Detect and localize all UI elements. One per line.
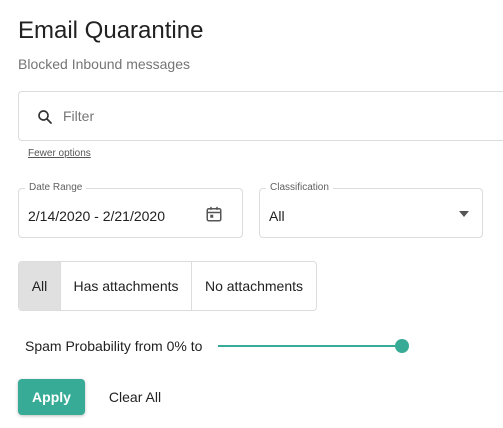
email-quarantine-page: Email Quarantine Blocked Inbound message…: [0, 0, 503, 428]
slider-track[interactable]: [218, 345, 402, 347]
page-title: Email Quarantine: [18, 17, 204, 44]
clear-all-button[interactable]: Clear All: [100, 379, 170, 415]
date-range-label: Date Range: [25, 182, 87, 193]
chevron-down-icon: [459, 211, 469, 217]
attachments-filter: All Has attachments No attachments: [18, 261, 317, 311]
fewer-options-link[interactable]: Fewer options: [28, 148, 91, 159]
attachments-option-all[interactable]: All: [19, 262, 60, 310]
attachments-option-has[interactable]: Has attachments: [60, 262, 191, 310]
slider-thumb[interactable]: [395, 339, 409, 353]
spam-probability-slider[interactable]: [218, 338, 409, 354]
search-icon: [38, 110, 52, 124]
page-subtitle: Blocked Inbound messages: [18, 56, 190, 72]
filter-input[interactable]: [63, 102, 463, 130]
apply-button[interactable]: Apply: [18, 379, 85, 415]
calendar-icon[interactable]: [205, 205, 223, 223]
attachments-option-none[interactable]: No attachments: [191, 262, 316, 310]
filter-field[interactable]: [18, 91, 503, 141]
date-range-value: 2/14/2020 - 2/21/2020: [28, 208, 166, 224]
date-range-field[interactable]: Date Range 2/14/2020 - 2/21/2020: [18, 182, 243, 238]
classification-label: Classification: [266, 182, 333, 193]
classification-value: All: [269, 208, 285, 224]
spam-probability-label: Spam Probability from 0% to: [25, 338, 203, 354]
classification-select[interactable]: Classification All: [259, 182, 483, 238]
